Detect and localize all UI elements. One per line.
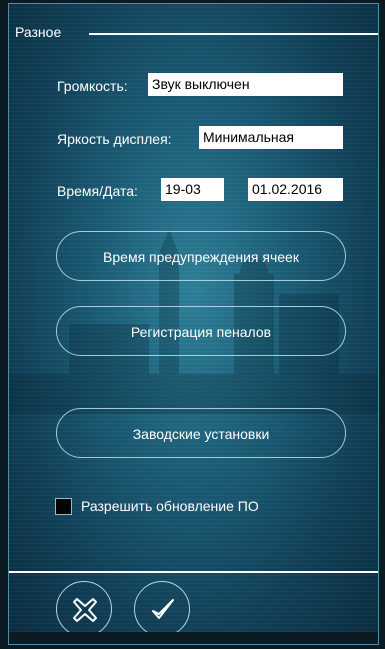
- checkmark-icon: [152, 599, 174, 619]
- cell-warning-time-button[interactable]: Время предупреждения ячеек: [56, 231, 346, 281]
- footer-divider: [9, 571, 378, 573]
- volume-label: Громкость:: [57, 78, 128, 94]
- time-field[interactable]: 19-03: [161, 178, 224, 201]
- firmware-update-label: Разрешить обновление ПО: [81, 498, 259, 514]
- cancel-x-icon: [73, 598, 97, 622]
- date-field[interactable]: 01.02.2016: [248, 178, 343, 201]
- datetime-label: Время/Дата:: [57, 183, 138, 199]
- brightness-label: Яркость дисплея:: [57, 131, 172, 147]
- firmware-update-checkbox[interactable]: [55, 498, 72, 515]
- volume-field[interactable]: Звук выключен: [148, 73, 343, 96]
- section-title: Разное: [15, 24, 62, 40]
- factory-settings-button[interactable]: Заводские установки: [56, 408, 346, 458]
- pencil-case-registration-button[interactable]: Регистрация пеналов: [56, 306, 346, 356]
- settings-screen: Разное Громкость: Звук выключен Яркость …: [8, 3, 379, 645]
- cancel-button[interactable]: [56, 581, 112, 637]
- confirm-button[interactable]: [134, 581, 190, 637]
- brightness-field[interactable]: Минимальная: [199, 126, 343, 149]
- bottom-bar: [9, 632, 378, 644]
- section-divider: [89, 33, 378, 35]
